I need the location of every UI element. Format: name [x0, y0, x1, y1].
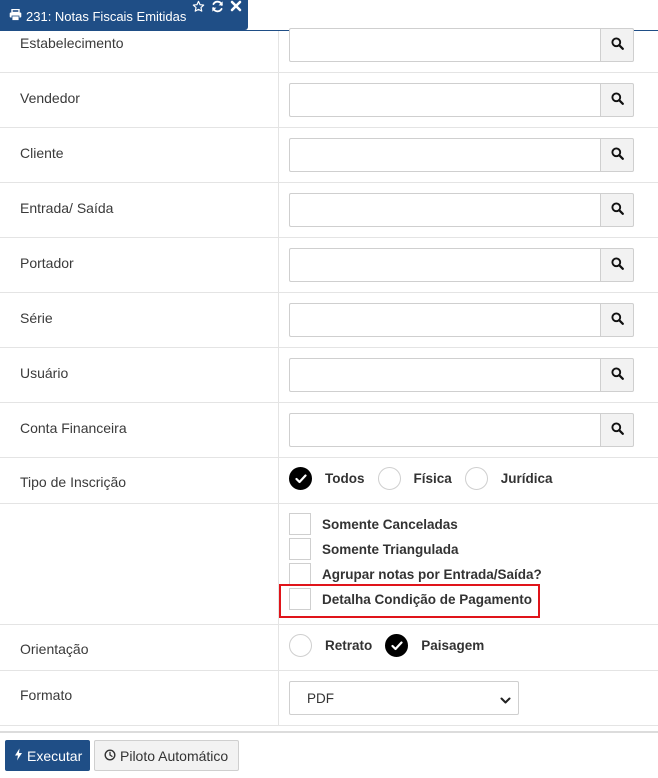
field-label: Portador: [20, 255, 74, 271]
tab-bar: 231: Notas Fiscais Emitidas: [0, 0, 658, 31]
entrada-saida-search-button[interactable]: [600, 193, 634, 227]
vendedor-input[interactable]: [289, 83, 600, 117]
checkbox-somente-triangulada[interactable]: Somente Triangulada: [289, 538, 459, 560]
tab-actions: [192, 0, 243, 13]
estabelecimento-search-button[interactable]: [600, 28, 634, 62]
checkbox-box: [289, 513, 311, 535]
autopilot-label: Piloto Automático: [120, 747, 229, 764]
highlight-box: [279, 584, 540, 618]
checkbox-label: Somente Canceladas: [322, 516, 458, 532]
usuario-input[interactable]: [289, 358, 600, 392]
usuario-search-button[interactable]: [600, 358, 634, 392]
serie-lookup: [289, 303, 634, 337]
radio-label: Paisagem: [421, 638, 485, 653]
radio-juridica[interactable]: Jurídica: [464, 467, 553, 490]
row-cliente: Cliente: [0, 128, 658, 183]
search-icon: [610, 37, 624, 53]
row-formato: Formato PDF: [0, 671, 658, 726]
row-serie: Série: [0, 293, 658, 348]
autopilot-button[interactable]: Piloto Automático: [94, 740, 239, 771]
chevron-down-icon: [500, 693, 511, 708]
field-label: Série: [20, 310, 53, 326]
entrada-saida-lookup: [289, 193, 634, 227]
refresh-icon[interactable]: [211, 0, 224, 13]
serie-search-button[interactable]: [600, 303, 634, 337]
conta-financeira-lookup: [289, 413, 634, 447]
entrada-saida-input[interactable]: [289, 193, 600, 227]
radio-unchecked-icon: [377, 467, 401, 490]
checkbox-label: Agrupar notas por Entrada/Saída?: [322, 566, 542, 582]
row-vendedor: Vendedor: [0, 73, 658, 128]
checkbox-somente-canceladas[interactable]: Somente Canceladas: [289, 513, 458, 535]
bolt-icon: [14, 748, 23, 764]
estabelecimento-input[interactable]: [289, 28, 600, 62]
clock-icon: [104, 748, 116, 764]
search-icon: [610, 367, 624, 383]
search-icon: [610, 202, 624, 218]
orientacao-radio-group: Retrato Paisagem: [289, 634, 497, 657]
radio-paisagem[interactable]: Paisagem: [385, 634, 484, 657]
row-orientacao: Orientação Retrato Paisagem: [0, 625, 658, 671]
radio-todos[interactable]: Todos: [289, 467, 365, 490]
radio-unchecked-icon: [464, 467, 488, 490]
execute-label: Executar: [27, 747, 83, 764]
radio-label: Jurídica: [500, 471, 553, 486]
field-label: Cliente: [20, 145, 64, 161]
field-label: Usuário: [20, 365, 69, 381]
serie-input[interactable]: [289, 303, 600, 337]
printer-icon: [9, 9, 22, 21]
checkbox-agrupar-notas[interactable]: Agrupar notas por Entrada/Saída?: [289, 563, 542, 585]
search-icon: [610, 422, 624, 438]
row-conta-financeira: Conta Financeira: [0, 403, 658, 458]
cliente-input[interactable]: [289, 138, 600, 172]
portador-lookup: [289, 248, 634, 282]
field-label: Estabelecimento: [20, 35, 124, 51]
radio-checked-icon: [385, 634, 409, 657]
cliente-search-button[interactable]: [600, 138, 634, 172]
conta-financeira-input[interactable]: [289, 413, 600, 447]
formato-select[interactable]: PDF: [289, 681, 519, 715]
formato-label: Formato: [20, 687, 73, 703]
portador-search-button[interactable]: [600, 248, 634, 282]
radio-retrato[interactable]: Retrato: [289, 634, 372, 657]
row-estabelecimento: Estabelecimento: [0, 28, 658, 73]
radio-checked-icon: [289, 467, 312, 490]
checkbox-box: [289, 563, 311, 585]
conta-financeira-search-button[interactable]: [600, 413, 634, 447]
row-tipo-inscricao: Tipo de Inscrição Todos Física Jurídica: [0, 458, 658, 504]
search-icon: [610, 92, 624, 108]
tipo-inscricao-radio-group: Todos Física Jurídica: [289, 467, 566, 490]
row-portador: Portador: [0, 238, 658, 293]
radio-unchecked-icon: [289, 634, 312, 657]
portador-input[interactable]: [289, 248, 600, 282]
radio-label: Retrato: [325, 638, 373, 653]
vendedor-search-button[interactable]: [600, 83, 634, 117]
formato-selected-value: PDF: [307, 690, 334, 706]
cliente-lookup: [289, 138, 634, 172]
search-icon: [610, 312, 624, 328]
field-label: Vendedor: [20, 90, 80, 106]
estabelecimento-lookup: [289, 28, 634, 62]
close-icon[interactable]: [230, 0, 243, 13]
execute-button[interactable]: Executar: [5, 740, 90, 771]
row-entrada-saida: Entrada/ Saída: [0, 183, 658, 238]
search-icon: [610, 147, 624, 163]
checkbox-box: [289, 538, 311, 560]
usuario-lookup: [289, 358, 634, 392]
checkbox-label: Somente Triangulada: [322, 541, 459, 557]
footer-toolbar: Executar Piloto Automático: [0, 731, 658, 778]
radio-label: Todos: [325, 471, 365, 486]
field-label: Entrada/ Saída: [20, 200, 114, 216]
vendedor-lookup: [289, 83, 634, 117]
search-icon: [610, 257, 624, 273]
radio-fisica[interactable]: Física: [377, 467, 452, 490]
row-usuario: Usuário: [0, 348, 658, 403]
field-label: Conta Financeira: [20, 420, 127, 436]
tab-notas-fiscais[interactable]: 231: Notas Fiscais Emitidas: [0, 0, 248, 30]
tipo-inscricao-label: Tipo de Inscrição: [20, 474, 127, 490]
radio-label: Física: [413, 471, 452, 486]
orientacao-label: Orientação: [20, 641, 89, 657]
tab-title: 231: Notas Fiscais Emitidas: [26, 8, 187, 24]
star-icon[interactable]: [192, 0, 205, 13]
